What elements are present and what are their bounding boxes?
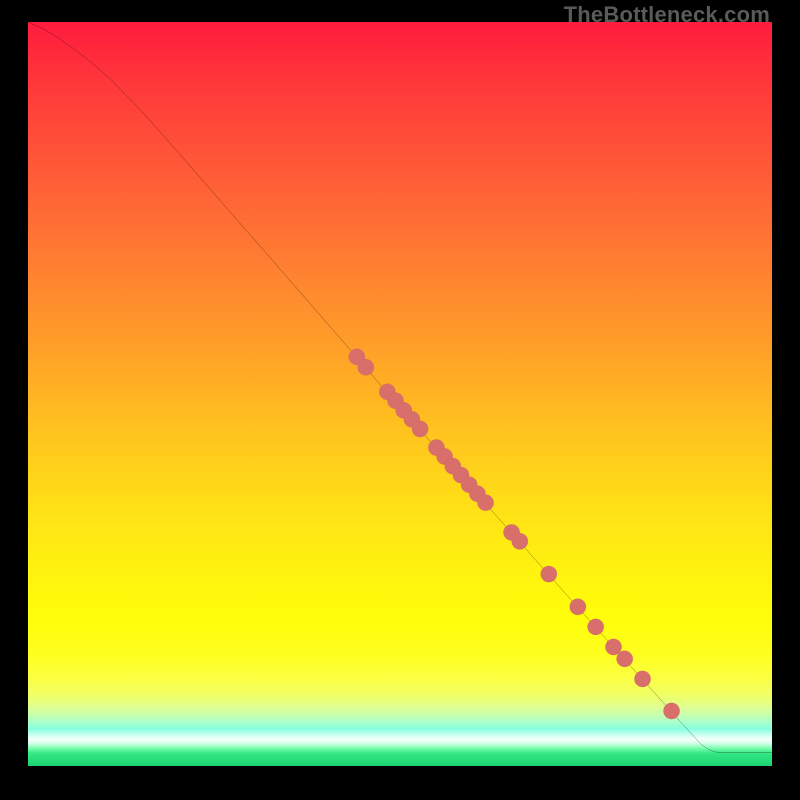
- data-marker: [396, 402, 412, 418]
- data-marker: [512, 533, 528, 549]
- data-marker: [617, 651, 633, 667]
- data-marker: [428, 439, 444, 455]
- data-marker: [469, 486, 485, 502]
- data-marker: [445, 458, 461, 474]
- curve-path: [28, 22, 772, 753]
- chart-svg: [28, 22, 772, 766]
- data-marker: [477, 494, 493, 510]
- data-marker: [379, 384, 395, 400]
- chart-stage: TheBottleneck.com: [0, 0, 800, 800]
- data-marker: [663, 703, 679, 719]
- marker-layer: [349, 349, 680, 720]
- data-marker: [453, 467, 469, 483]
- data-marker: [461, 477, 477, 493]
- data-marker: [436, 448, 452, 464]
- plot-area: [28, 22, 772, 766]
- data-marker: [404, 411, 420, 427]
- data-marker: [587, 619, 603, 635]
- data-marker: [349, 349, 365, 365]
- data-marker: [503, 524, 519, 540]
- data-marker: [634, 671, 650, 687]
- data-marker: [358, 359, 374, 375]
- data-marker: [412, 421, 428, 437]
- data-marker: [605, 639, 621, 655]
- data-marker: [387, 393, 403, 409]
- data-marker: [570, 599, 586, 615]
- data-marker: [541, 566, 557, 582]
